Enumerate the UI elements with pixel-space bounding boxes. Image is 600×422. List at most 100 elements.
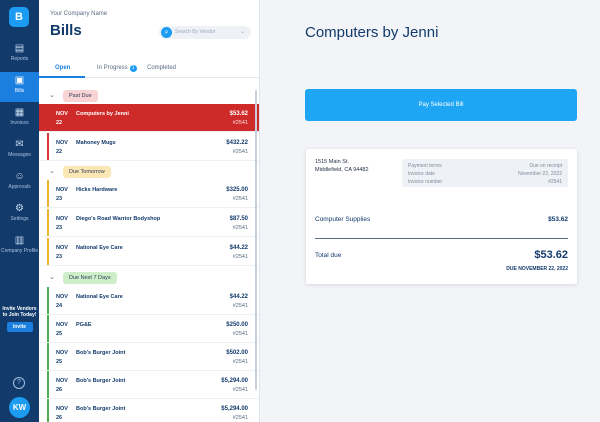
line-item: Computer Supplies $53.62 (315, 216, 568, 223)
list-item[interactable]: NOV 23 Hicks Hardware $325.00 #2541 (39, 180, 259, 208)
row-month: NOV (56, 216, 68, 222)
row-invoice: #2541 (232, 196, 248, 202)
list-item[interactable]: NOV 25 PG&E $250.00 #2541 (39, 315, 259, 343)
row-vendor: Hicks Hardware (76, 187, 118, 193)
app-logo[interactable]: B (9, 7, 29, 27)
messages-icon: ✉ (15, 139, 24, 150)
row-vendor: Bob's Burger Joint (76, 350, 126, 356)
nav-reports-label: Reports (10, 56, 29, 62)
invite-promo: Invite Vendors to Join Today! Invite (2, 306, 37, 332)
nav-messages[interactable]: ✉ Messages (0, 136, 39, 166)
nav-settings-label: Settings (10, 216, 29, 222)
nav-invoices-label: Invoices (10, 120, 29, 126)
row-vendor: National Eye Care (76, 245, 123, 251)
total-amount: $53.62 (534, 249, 568, 261)
section-pill: Past Due (63, 90, 98, 102)
tab-in-progress[interactable]: In Progress 1 (97, 65, 137, 72)
row-month: NOV (56, 406, 68, 412)
status-bar (47, 133, 49, 160)
row-month: NOV (56, 140, 68, 146)
row-month: NOV (56, 378, 68, 384)
section-pill: Due Next 7 Days (63, 272, 117, 284)
line-item-amount: $53.62 (548, 216, 568, 223)
row-invoice: #2541 (232, 303, 248, 309)
row-invoice: #2541 (232, 387, 248, 393)
avatar[interactable]: KW (9, 397, 30, 418)
address-line-2: Middlefield, CA 94482 (315, 167, 369, 173)
vendor-address: 1515 Main St. Middlefield, CA 94482 (315, 158, 369, 174)
list-item[interactable]: NOV 22 Computers by Jenni $53.62 #2541 (39, 104, 259, 132)
row-vendor: Mahoney Mugs (76, 140, 116, 146)
status-bar (47, 343, 49, 370)
status-bar (47, 238, 49, 265)
nav-bills[interactable]: ▣ Bills (0, 72, 39, 102)
row-invoice: #2541 (232, 225, 248, 231)
list-item[interactable]: NOV 24 National Eye Care $44.22 #2541 (39, 287, 259, 315)
nav-company-profile-label: Company Profile (1, 248, 38, 254)
meta-label: Payment terms (408, 163, 442, 169)
row-day: 23 (56, 196, 63, 202)
list-item[interactable]: NOV 23 National Eye Care $44.22 #2541 (39, 238, 259, 266)
list-item[interactable]: NOV 23 Diego's Road Warrior Bodyshop $87… (39, 209, 259, 237)
row-invoice: #2541 (232, 120, 248, 126)
nav-invoices[interactable]: ▦ Invoices (0, 104, 39, 134)
pay-selected-bill-button[interactable]: Pay Selected Bill (305, 89, 577, 121)
status-bar (47, 209, 49, 236)
section-due-tomorrow[interactable]: ⌄ Due Tomorrow (39, 165, 259, 179)
row-amount: $325.00 (226, 187, 248, 193)
row-amount: $432.22 (226, 140, 248, 146)
status-bar (47, 180, 49, 207)
list-item[interactable]: NOV 26 Bob's Burger Joint $5,294.00 #254… (39, 399, 259, 422)
section-due-next-7-days[interactable]: ⌄ Due Next 7 Days (39, 271, 259, 285)
tab-in-progress-label: In Progress (97, 65, 128, 71)
row-amount: $44.22 (229, 245, 248, 251)
tab-open[interactable]: Open (55, 65, 70, 71)
row-day: 23 (56, 254, 63, 260)
row-month: NOV (56, 350, 68, 356)
meta-label: Invoice date (408, 171, 435, 177)
nav-company-profile[interactable]: ▥ Company Profile (0, 232, 39, 266)
row-vendor: Diego's Road Warrior Bodyshop (76, 216, 161, 222)
row-amount: $250.00 (226, 322, 248, 328)
approvals-icon: ☺ (14, 171, 25, 182)
company-name: Your Company Name (50, 11, 108, 17)
section-past-due[interactable]: ⌄ Past Due (39, 89, 259, 103)
gear-icon: ⚙ (15, 203, 24, 214)
row-vendor: Computers by Jenni (76, 111, 129, 117)
building-icon: ▥ (14, 235, 25, 246)
chevron-down-icon: ⌄ (49, 92, 55, 99)
chevron-down-icon: ⌄ (49, 168, 55, 175)
nav-settings[interactable]: ⚙ Settings (0, 200, 39, 230)
invite-text: Invite Vendors to Join Today! (2, 306, 37, 318)
list-item[interactable]: NOV 25 Bob's Burger Joint $502.00 #2541 (39, 343, 259, 371)
nav-approvals[interactable]: ☺ Approvals (0, 168, 39, 198)
row-day: 22 (56, 149, 63, 155)
status-bar (47, 287, 49, 314)
list-item[interactable]: NOV 22 Mahoney Mugs $432.22 #2541 (39, 133, 259, 161)
tab-underline (39, 76, 85, 78)
row-invoice: #2541 (232, 331, 248, 337)
search-icon: ⌕ (161, 27, 172, 38)
row-day: 26 (56, 387, 63, 393)
row-vendor: Bob's Burger Joint (76, 378, 126, 384)
list-item[interactable]: NOV 26 Bob's Burger Joint $5,294.00 #254… (39, 371, 259, 399)
row-day: 23 (56, 225, 63, 231)
status-bar (47, 371, 49, 398)
row-amount: $5,294.00 (221, 378, 248, 384)
row-amount: $44.22 (229, 294, 248, 300)
meta-value: #2541 (548, 179, 562, 185)
nav-bills-label: Bills (14, 88, 25, 94)
row-vendor: Bob's Burger Joint (76, 406, 126, 412)
search-box[interactable]: ⌕ Search By Vendor ⌄ (159, 26, 251, 39)
row-day: 22 (56, 120, 63, 126)
scrollbar[interactable] (255, 90, 257, 390)
invite-button[interactable]: Invite (6, 322, 33, 332)
help-icon[interactable]: ? (13, 377, 25, 389)
meta-value: Due on receipt (529, 163, 562, 169)
tab-completed[interactable]: Completed (147, 65, 176, 71)
detail-title: Computers by Jenni (305, 24, 439, 41)
nav-reports[interactable]: ▤ Reports (0, 40, 39, 70)
row-vendor: National Eye Care (76, 294, 123, 300)
chevron-down-icon: ⌄ (239, 29, 245, 35)
row-month: NOV (56, 294, 68, 300)
